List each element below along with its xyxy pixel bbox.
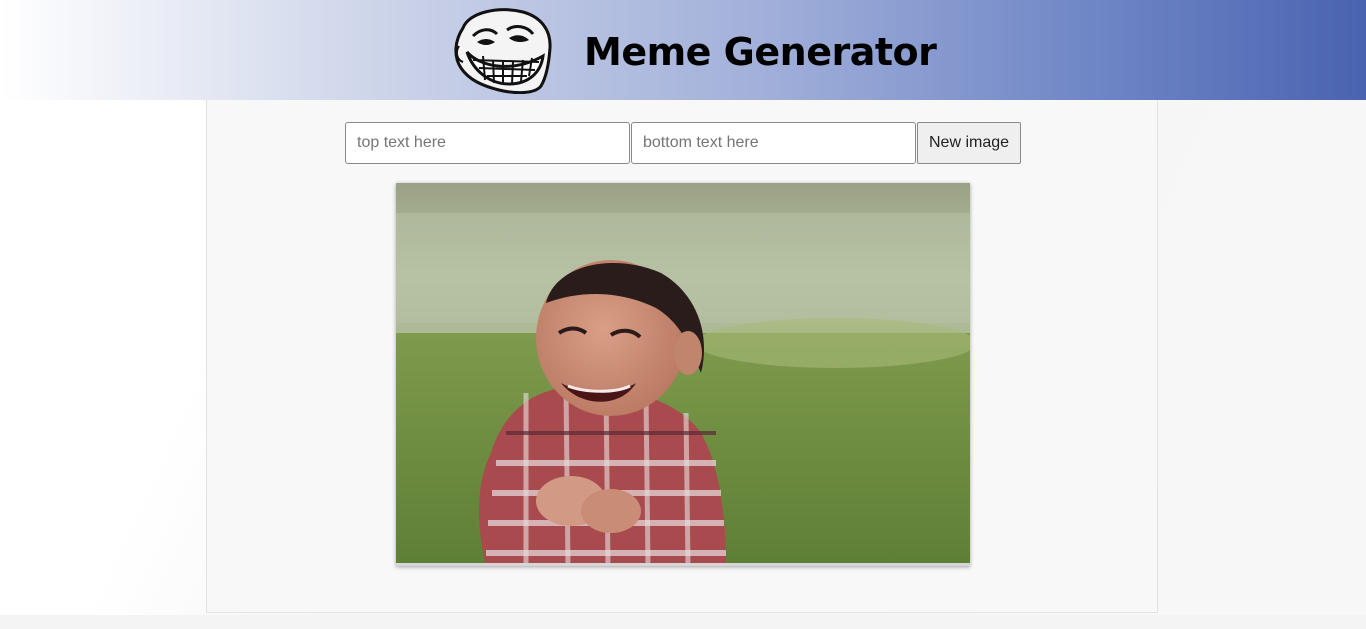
top-text-input[interactable]	[345, 122, 630, 164]
meme-form: New image	[345, 122, 1021, 164]
page-title: Meme Generator	[584, 30, 937, 74]
new-image-button[interactable]: New image	[917, 122, 1021, 164]
bottom-text-input[interactable]	[631, 122, 916, 164]
app-header: Meme Generator	[0, 0, 1366, 100]
troll-face-icon	[454, 8, 552, 94]
meme-image	[396, 183, 970, 566]
footer-strip	[0, 615, 1366, 629]
